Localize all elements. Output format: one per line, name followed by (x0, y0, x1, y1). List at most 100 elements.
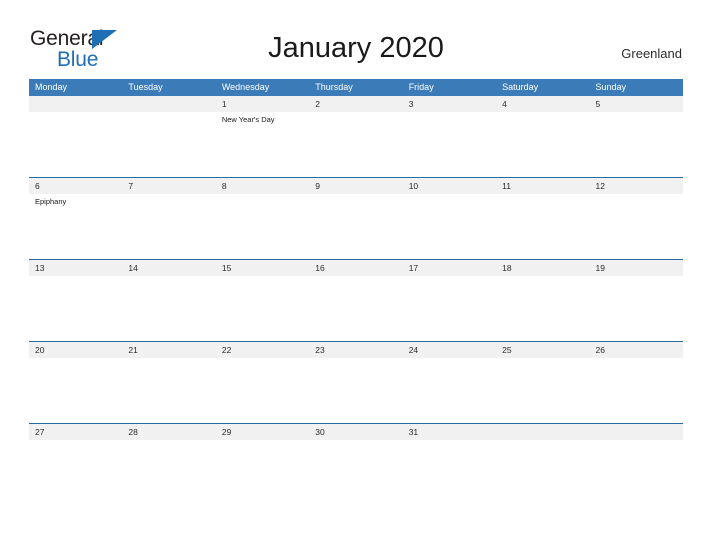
day-number-empty (122, 96, 215, 112)
day-cell[interactable] (403, 358, 496, 422)
day-cell[interactable] (216, 194, 309, 258)
calendar-page: General Blue January 2020 Greenland Mond… (0, 0, 712, 550)
day-cell[interactable] (403, 440, 496, 504)
day-cell[interactable] (122, 276, 215, 340)
day-cell[interactable] (216, 358, 309, 422)
day-number[interactable]: 25 (496, 342, 589, 358)
holiday-event-label: Epiphany (35, 197, 67, 206)
day-cell (590, 440, 683, 504)
day-cell[interactable] (216, 276, 309, 340)
day-number[interactable]: 29 (216, 424, 309, 440)
day-cell[interactable]: New Year's Day (216, 112, 309, 176)
day-number[interactable]: 22 (216, 342, 309, 358)
day-cell[interactable] (590, 276, 683, 340)
day-number[interactable]: 20 (29, 342, 122, 358)
day-cell[interactable] (309, 194, 402, 258)
week-events-row (29, 358, 683, 422)
day-cell[interactable] (122, 194, 215, 258)
day-cell[interactable] (122, 358, 215, 422)
day-cell (122, 112, 215, 176)
day-number[interactable]: 17 (403, 260, 496, 276)
day-number[interactable]: 23 (309, 342, 402, 358)
day-number[interactable]: 27 (29, 424, 122, 440)
day-cell[interactable] (496, 358, 589, 422)
day-number[interactable]: 24 (403, 342, 496, 358)
weekday-header-saturday: Saturday (502, 82, 539, 92)
day-cell[interactable] (496, 194, 589, 258)
calendar-grid: Monday Tuesday Wednesday Thursday Friday Satu… (29, 79, 683, 505)
weekday-header-tuesday: Tuesday (128, 82, 163, 92)
day-cell (496, 440, 589, 504)
day-cell[interactable] (403, 112, 496, 176)
day-cell[interactable] (590, 194, 683, 258)
calendar-weeks: 1 2 3 4 5 New Year's Day 6 7 8 9 10 11 12 Epiphany 13 1… (29, 96, 683, 505)
day-number[interactable]: 13 (29, 260, 122, 276)
day-cell[interactable] (309, 112, 402, 176)
day-cell[interactable] (496, 276, 589, 340)
calendar-week-row: 27 28 29 30 31 (29, 423, 683, 505)
day-number[interactable]: 18 (496, 260, 589, 276)
day-cell[interactable] (309, 276, 402, 340)
week-date-band: 13 14 15 16 17 18 19 (29, 260, 683, 276)
day-cell[interactable] (403, 194, 496, 258)
week-date-band: 20 21 22 23 24 25 26 (29, 342, 683, 358)
day-number[interactable]: 6 (29, 178, 122, 194)
day-cell[interactable] (590, 112, 683, 176)
weekday-header-friday: Friday (408, 82, 434, 92)
day-number[interactable]: 15 (216, 260, 309, 276)
day-number[interactable]: 12 (590, 178, 683, 194)
day-cell[interactable] (309, 358, 402, 422)
weekday-header-wednesday: Wednesday (221, 82, 270, 92)
day-number[interactable]: 2 (309, 96, 402, 112)
week-date-band: 6 7 8 9 10 11 12 (29, 178, 683, 194)
day-number[interactable]: 9 (309, 178, 402, 194)
day-cell[interactable] (29, 440, 122, 504)
day-cell[interactable] (122, 440, 215, 504)
weekday-header-monday: Monday (35, 82, 68, 92)
week-events-row (29, 440, 683, 504)
day-number[interactable]: 10 (403, 178, 496, 194)
day-cell[interactable] (29, 358, 122, 422)
weekday-header-sunday: Sunday (595, 82, 627, 92)
country-label: Greenland (621, 46, 682, 61)
day-cell[interactable]: Epiphany (29, 194, 122, 258)
day-number[interactable]: 30 (309, 424, 402, 440)
day-number[interactable]: 14 (122, 260, 215, 276)
week-events-row (29, 276, 683, 340)
day-number[interactable]: 7 (122, 178, 215, 194)
weekday-header-row: Monday Tuesday Wednesday Thursday Friday Satu… (29, 79, 683, 96)
week-events-row: New Year's Day (29, 112, 683, 176)
day-number[interactable]: 1 (216, 96, 309, 112)
day-number[interactable]: 3 (403, 96, 496, 112)
day-number-empty (590, 424, 683, 440)
day-number[interactable]: 26 (590, 342, 683, 358)
day-number-empty (29, 96, 122, 112)
week-events-row: Epiphany (29, 194, 683, 258)
day-cell[interactable] (216, 440, 309, 504)
day-cell[interactable] (496, 112, 589, 176)
calendar-week-row: 1 2 3 4 5 New Year's Day (29, 96, 683, 177)
day-cell[interactable] (309, 440, 402, 504)
day-number[interactable]: 5 (590, 96, 683, 112)
week-date-band: 12345 (29, 96, 683, 112)
day-number[interactable]: 16 (309, 260, 402, 276)
weekday-header-thursday: Thursday (315, 82, 353, 92)
calendar-week-row: 20 21 22 23 24 25 26 (29, 341, 683, 423)
day-number-empty (496, 424, 589, 440)
calendar-week-row: 13 14 15 16 17 18 19 (29, 259, 683, 341)
week-date-band: 27 28 29 30 31 (29, 424, 683, 440)
day-number[interactable]: 4 (496, 96, 589, 112)
day-cell[interactable] (590, 358, 683, 422)
page-title: January 2020 (268, 32, 444, 64)
day-cell (29, 112, 122, 176)
day-number[interactable]: 28 (122, 424, 215, 440)
day-number[interactable]: 21 (122, 342, 215, 358)
calendar-week-row: 6 7 8 9 10 11 12 Epiphany (29, 177, 683, 259)
holiday-event-label: New Year's Day (221, 115, 275, 124)
day-number[interactable]: 19 (590, 260, 683, 276)
day-cell[interactable] (403, 276, 496, 340)
day-number[interactable]: 31 (403, 424, 496, 440)
day-cell[interactable] (29, 276, 122, 340)
day-number[interactable]: 8 (216, 178, 309, 194)
day-number[interactable]: 11 (496, 178, 589, 194)
